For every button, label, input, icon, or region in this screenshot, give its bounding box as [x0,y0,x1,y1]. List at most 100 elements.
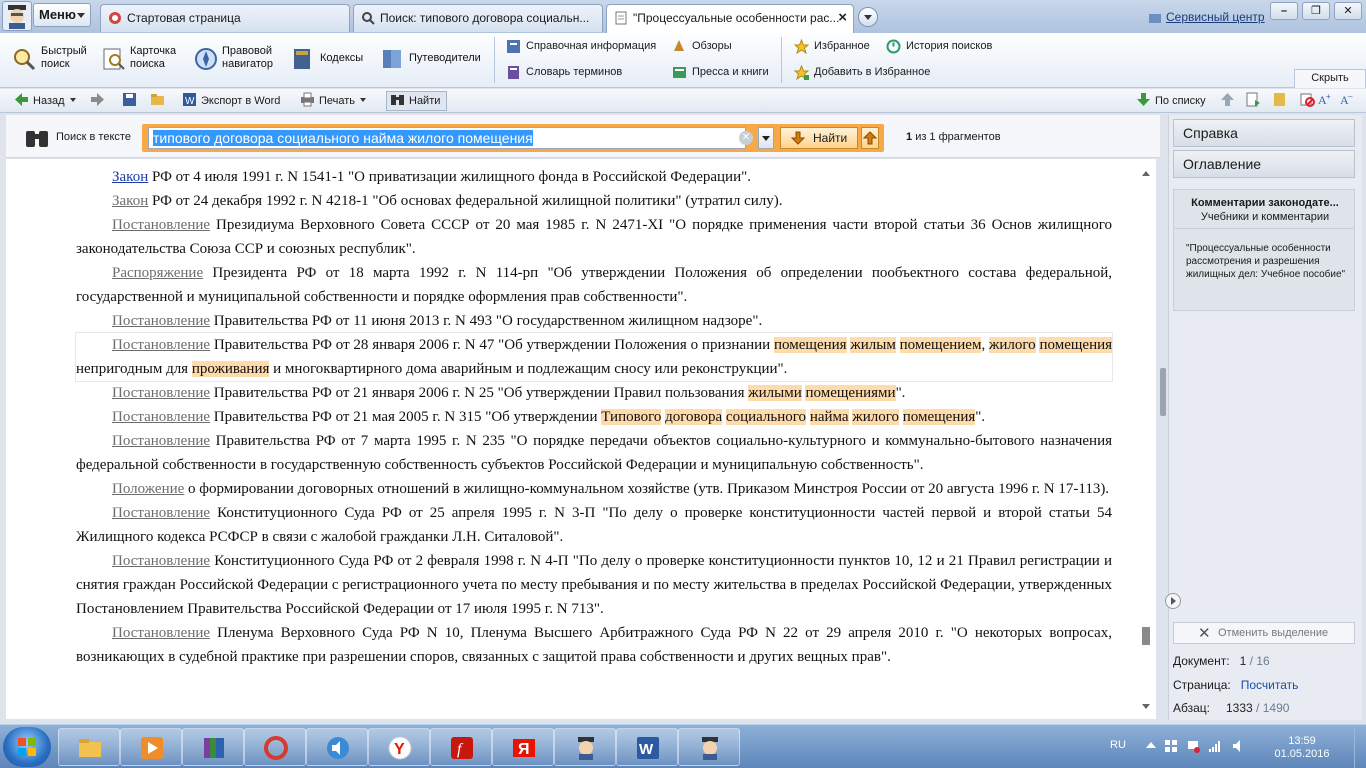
commentary-card[interactable]: Комментарии законодате... Учебники и ком… [1173,189,1355,311]
close-window-button[interactable]: ✕ [1334,2,1362,20]
doc-link[interactable]: Положение [112,481,184,497]
tab-document[interactable]: "Процессуальные особенности рас... × [606,4,854,33]
tab-search[interactable]: Поиск: типового договора социальн... [353,4,603,32]
signal-icon[interactable] [1208,739,1222,753]
doc-link[interactable]: Закон [112,169,148,185]
open-folder-button[interactable] [150,92,169,110]
doc-link[interactable]: Постановление [112,433,210,449]
codes-button[interactable]: Кодексы [290,45,370,71]
taskbar-ccleaner[interactable] [244,728,306,766]
add-favorites-button[interactable]: Добавить в Избранное [794,64,930,80]
taskbar-flash[interactable]: f [430,728,492,766]
taskbar-yandex-browser[interactable]: Y [368,728,430,766]
by-list-button[interactable]: По списку [1136,92,1206,110]
back-button[interactable]: Назад [14,92,76,110]
action-center-icon[interactable] [1164,739,1178,753]
collapse-ribbon-button[interactable]: Скрыть [1294,69,1366,88]
clear-search-icon[interactable]: ✕ [739,131,753,145]
tab-start-page[interactable]: Стартовая страница [100,4,350,32]
export-word-button[interactable]: W Экспорт в Word [182,92,280,110]
card-title: Комментарии законодате... [1191,197,1339,209]
minimize-button[interactable]: – [1270,2,1298,20]
reviews-button[interactable]: Обзоры [672,38,732,54]
glossary-button[interactable]: Словарь терминов [506,64,622,80]
press-books-button[interactable]: Пресса и книги [672,64,769,80]
find-button[interactable]: Найти [386,91,448,111]
guides-button[interactable]: Путеводители [380,45,488,71]
bookmarks-button[interactable] [1272,92,1291,110]
doc-link[interactable]: Постановление [112,505,210,521]
search-history-dropdown[interactable] [758,127,774,149]
close-tab-icon[interactable]: × [838,5,847,31]
start-button[interactable] [3,727,51,767]
taskbar-winrar[interactable] [182,728,244,766]
tray-arrow-icon[interactable] [1144,739,1158,753]
keyboard-language[interactable]: RU [1110,739,1126,751]
doc-link[interactable]: Постановление [112,337,210,353]
add-favorites-label: Добавить в Избранное [814,66,931,78]
right-panel: Справка Оглавление Комментарии законодат… [1165,115,1362,720]
doc-text: ". [975,409,986,425]
card-body: "Процессуальные особенности рассмотрения… [1186,243,1346,280]
favorites-button[interactable]: Избранное [794,38,870,54]
zoom-in-button[interactable]: A + [1318,92,1337,110]
tab-list-button[interactable] [858,7,878,27]
find-previous-button[interactable] [861,127,879,149]
doc-link[interactable]: Постановление [112,313,210,329]
doc-text: Правительства РФ от 28 января 2006 г. N … [210,337,774,353]
doc-paragraph: Постановление Правительства РФ от 7 март… [76,429,1112,477]
doc-link[interactable]: Закон [112,193,148,209]
help-tab[interactable]: Справка [1173,119,1355,147]
document-view[interactable]: Закон РФ от 4 июля 1991 г. N 1541-1 "О п… [6,159,1156,719]
service-center-link[interactable]: Сервисный центр [1148,4,1265,30]
count-pages-link[interactable]: Посчитать [1241,678,1299,692]
document-scrollbar[interactable] [1138,165,1154,715]
taskbar-media-player[interactable] [120,728,182,766]
doc-link[interactable]: Постановление [112,553,210,569]
network-icon[interactable] [1186,739,1200,753]
taskbar-word[interactable]: W [616,728,678,766]
taskbar-consultant-2[interactable] [678,728,740,766]
forward-button[interactable] [90,92,109,110]
scroll-up-icon[interactable] [1142,167,1150,176]
taskbar-volume-app[interactable] [306,728,368,766]
scroll-down-icon[interactable] [1142,704,1150,713]
flash-icon: f [451,737,473,759]
reviews-icon [674,40,684,51]
find-next-button[interactable]: Найти [780,127,858,149]
doc-link[interactable]: Постановление [112,409,210,425]
maximize-button[interactable]: ❐ [1302,2,1330,20]
expand-panel-icon[interactable] [1165,593,1181,609]
print-button[interactable]: Печать [300,92,367,110]
binoculars-icon [26,131,48,147]
no-marks-button[interactable] [1300,92,1319,110]
cancel-selection-button[interactable]: ✕ Отменить выделение [1173,622,1355,644]
contents-tab[interactable]: Оглавление [1173,150,1355,178]
splitter-grip[interactable] [1160,368,1166,416]
system-clock[interactable]: 13:59 01.05.2016 [1270,735,1334,761]
quick-search-button[interactable]: Быстрый поиск [12,45,92,71]
doc-link[interactable]: Постановление [112,217,210,233]
scrollbar-thumb[interactable] [1142,627,1150,645]
reference-info-button[interactable]: Справочная информация [506,38,656,54]
panel-splitter[interactable] [1160,115,1168,720]
search-input[interactable]: типового договора социального найма жило… [148,127,746,149]
doc-link[interactable]: Постановление [112,625,210,641]
doc-link[interactable]: Постановление [112,385,210,401]
card-search-button[interactable]: Карточка поиска [102,45,190,71]
export-doc-button[interactable] [1246,92,1265,110]
consultant-logo-icon[interactable] [2,1,32,31]
main-menu-button[interactable]: Меню [33,3,91,27]
show-desktop-button[interactable] [1354,725,1366,768]
taskbar-consultant[interactable] [554,728,616,766]
doc-link[interactable]: Распоряжение [112,265,203,281]
taskbar-yandex[interactable]: Я [492,728,554,766]
legal-navigator-button[interactable]: Правовой навигатор [194,45,286,71]
up-button[interactable] [1220,92,1239,110]
save-button[interactable] [122,92,141,110]
zoom-out-button[interactable]: A – [1340,92,1359,110]
taskbar-explorer[interactable] [58,728,120,766]
volume-icon[interactable] [1232,739,1246,753]
search-history-button[interactable]: История поисков [886,38,992,54]
word-icon: W [637,737,659,759]
